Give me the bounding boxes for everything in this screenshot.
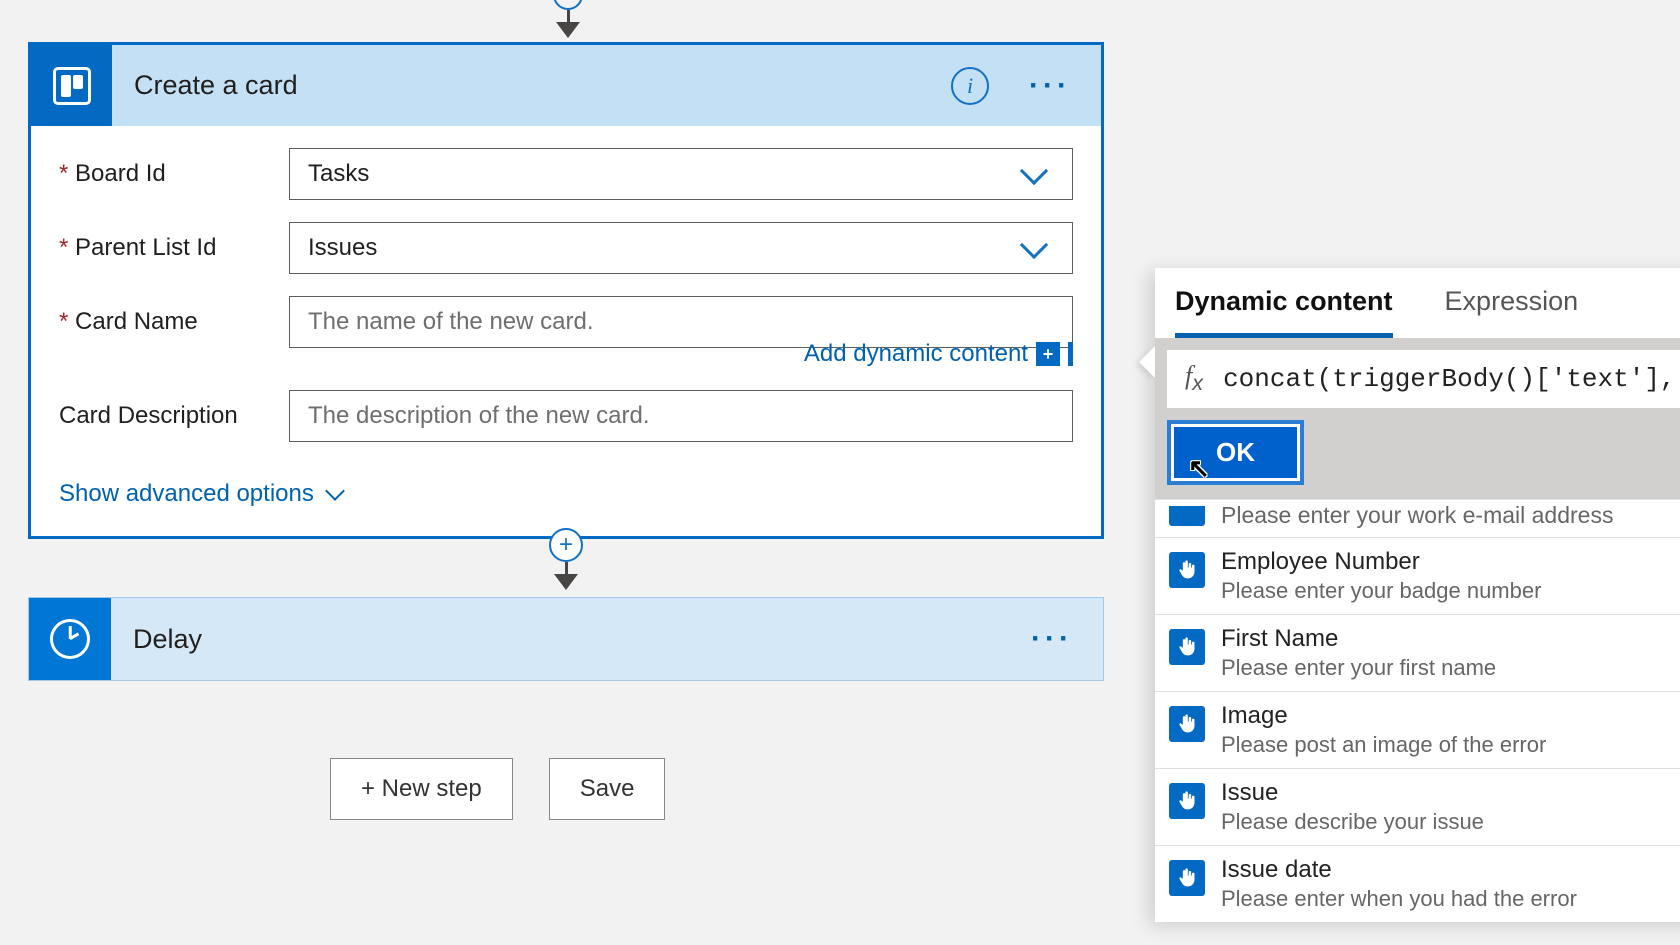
dynamic-content-popover: Dynamic content Expression fx concat(tri… (1155, 268, 1680, 922)
input-token-icon (1169, 506, 1205, 526)
add-dynamic-content-link[interactable]: Add dynamic content + (804, 340, 1073, 368)
input-token-icon (1169, 783, 1205, 819)
parent-list-id-label: Parent List Id (59, 234, 289, 262)
trello-icon (31, 45, 112, 126)
dynamic-content-item[interactable]: IssuePlease describe your issue (1155, 768, 1680, 845)
chevron-down-icon (1020, 231, 1048, 259)
top-connector (553, 0, 583, 38)
fx-icon: fx (1185, 361, 1203, 396)
card-description-label: Card Description (59, 402, 289, 430)
ok-button[interactable]: OK ↖ (1174, 427, 1297, 478)
board-id-label: Board Id (59, 160, 289, 188)
card-menu-icon[interactable]: ··· (1029, 69, 1071, 103)
mid-connector: + (549, 528, 583, 590)
tab-expression[interactable]: Expression (1445, 286, 1579, 338)
card-description-input[interactable]: The description of the new card. (289, 390, 1073, 442)
dynamic-content-item[interactable]: Please enter your work e-mail address (1155, 499, 1680, 537)
input-token-icon (1169, 552, 1205, 588)
add-step-icon[interactable]: + (549, 528, 583, 562)
delay-action[interactable]: Delay ··· (28, 597, 1104, 681)
board-id-select[interactable]: Tasks (289, 148, 1073, 200)
dynamic-content-item[interactable]: ImagePlease post an image of the error (1155, 691, 1680, 768)
show-advanced-options-link[interactable]: Show advanced options (59, 480, 1073, 508)
save-button[interactable]: Save (549, 758, 666, 820)
delay-title: Delay (133, 624, 1031, 655)
add-step-icon[interactable] (553, 0, 583, 10)
cursor-icon: ↖ (1188, 453, 1210, 484)
input-token-icon (1169, 706, 1205, 742)
info-icon[interactable]: i (951, 67, 989, 105)
create-card-header[interactable]: Create a card i ··· (31, 45, 1101, 126)
card-name-label: Card Name (59, 308, 289, 336)
clock-icon (29, 598, 111, 680)
chevron-down-icon (1020, 157, 1048, 185)
new-step-button[interactable]: + New step (330, 758, 513, 820)
parent-list-id-select[interactable]: Issues (289, 222, 1073, 274)
expression-input[interactable]: fx concat(triggerBody()['text'], ' (1167, 350, 1680, 408)
chevron-down-icon (325, 481, 345, 501)
create-card-title: Create a card (134, 70, 951, 101)
dynamic-content-item[interactable]: First NamePlease enter your first name (1155, 614, 1680, 691)
dynamic-content-item[interactable]: Issue datePlease enter when you had the … (1155, 845, 1680, 922)
input-token-icon (1169, 860, 1205, 896)
tab-dynamic-content[interactable]: Dynamic content (1175, 286, 1393, 338)
dynamic-content-item[interactable]: Employee NumberPlease enter your badge n… (1155, 537, 1680, 614)
create-card-action: Create a card i ··· Board Id Tasks Paren… (28, 42, 1104, 539)
dynamic-content-badge-icon: + (1036, 342, 1060, 366)
delay-menu-icon[interactable]: ··· (1031, 622, 1073, 656)
input-token-icon (1169, 629, 1205, 665)
